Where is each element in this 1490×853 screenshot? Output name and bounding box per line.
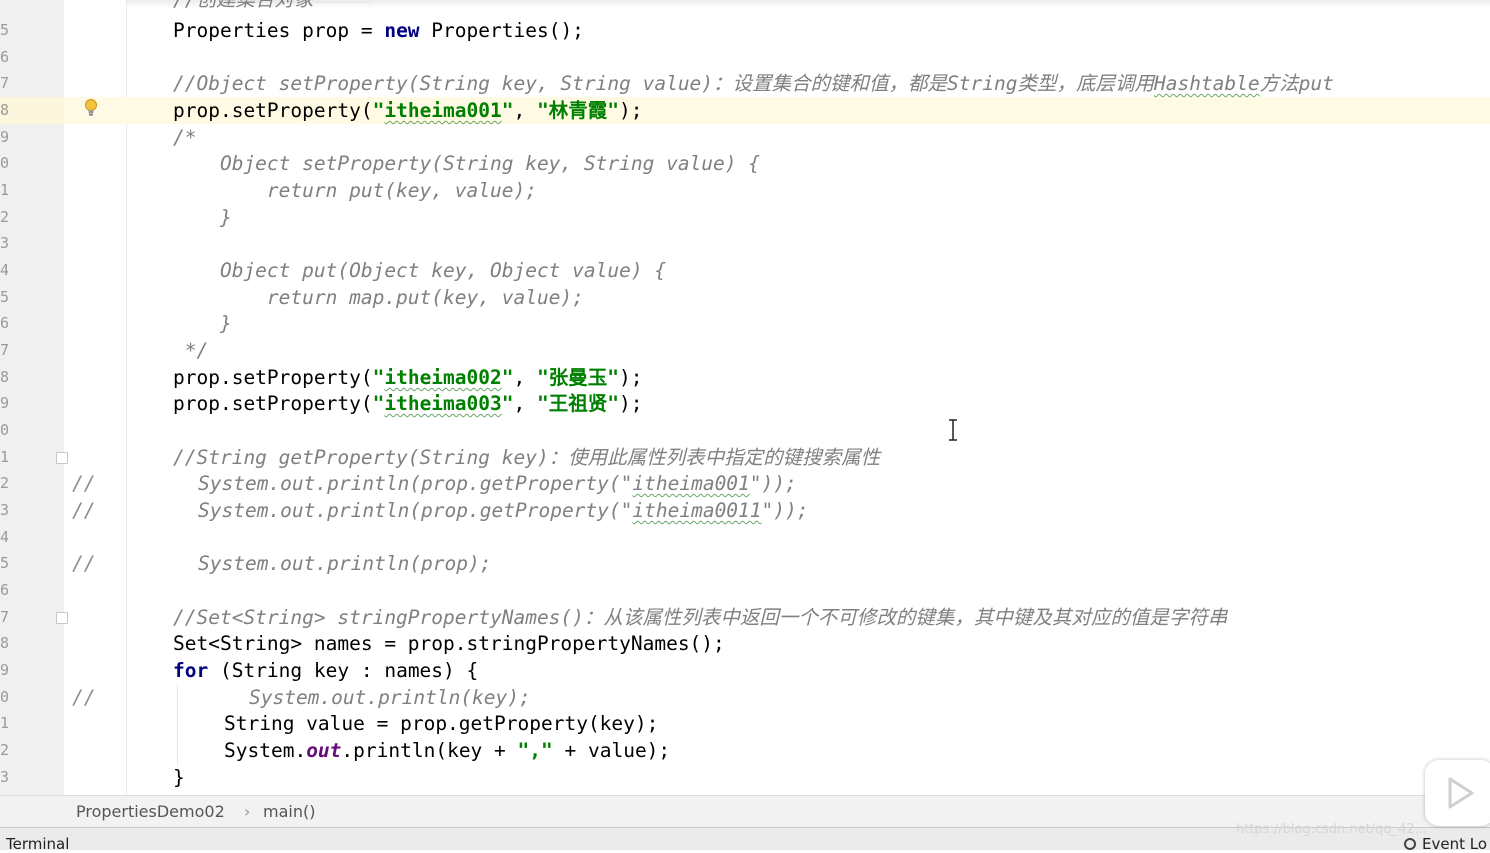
line-number: 0 xyxy=(0,154,8,172)
breadcrumb-class[interactable]: PropertiesDemo02 xyxy=(76,802,225,821)
event-log-label: Event Lo xyxy=(1422,835,1488,853)
line-number: 9 xyxy=(0,128,8,146)
breadcrumb-method[interactable]: main() xyxy=(263,802,315,821)
code-line: } xyxy=(173,766,185,789)
indent-guide xyxy=(177,685,178,765)
line-number: 4 xyxy=(0,528,8,546)
code-line: System.out.println(key + "," + value); xyxy=(224,739,671,762)
line-number: 3 xyxy=(0,234,8,252)
code-line: Properties prop = new Properties(); xyxy=(173,19,584,42)
code-line-comment: } xyxy=(173,206,232,229)
line-comment-marker: // xyxy=(72,499,96,522)
code-line-comment: //Set<String> stringPropertyNames()：从该属性… xyxy=(173,606,1228,629)
line-number: 3 xyxy=(0,768,8,786)
code-line-partial-comment: //创建集合对象 xyxy=(173,0,313,13)
code-line-comment: System.out.println(prop.getProperty("ith… xyxy=(198,472,797,495)
code-line-comment: //String getProperty(String key)：使用此属性列表… xyxy=(173,446,881,469)
line-number: 5 xyxy=(0,554,8,572)
line-number: 8 xyxy=(0,101,8,119)
gutter-current-line-highlight xyxy=(0,97,64,124)
code-line-comment: System.out.println(prop); xyxy=(198,552,492,575)
code-line-comment: } xyxy=(173,312,232,335)
code-line: for (String key : names) { xyxy=(173,659,479,682)
code-line: prop.setProperty("itheima003", "王祖贤"); xyxy=(173,392,643,415)
line-number: 1 xyxy=(0,448,8,466)
line-number: 5 xyxy=(0,288,8,306)
line-number: 2 xyxy=(0,208,8,226)
code-editor[interactable]: 5 6 7 8 9 0 1 2 3 4 5 6 7 8 9 0 1 2 3 4 … xyxy=(0,0,1490,795)
line-number: 9 xyxy=(0,394,8,412)
play-icon xyxy=(1448,777,1474,809)
line-number: 6 xyxy=(0,314,8,332)
code-line-comment: return put(key, value); xyxy=(173,179,537,202)
line-number: 6 xyxy=(0,581,8,599)
video-play-widget[interactable] xyxy=(1425,760,1490,826)
line-number: 2 xyxy=(0,741,8,759)
line-number: 0 xyxy=(0,688,8,706)
code-line-comment: System.out.println(key); xyxy=(249,686,531,709)
code-line-comment: System.out.println(prop.getProperty("ith… xyxy=(198,499,809,522)
line-number: 0 xyxy=(0,421,8,439)
code-line: String value = prop.getProperty(key); xyxy=(224,712,659,735)
fold-marker-icon[interactable] xyxy=(56,452,68,464)
line-comment-marker: // xyxy=(72,686,96,709)
line-number: 8 xyxy=(0,634,8,652)
line-comment-marker: // xyxy=(72,552,96,575)
terminal-tab[interactable]: Terminal xyxy=(6,835,69,853)
line-number: 6 xyxy=(0,48,8,66)
line-number: 9 xyxy=(0,661,8,679)
event-log-icon xyxy=(1404,838,1416,850)
code-line-comment: //Object setProperty(String key, String … xyxy=(173,72,1334,95)
line-number: 7 xyxy=(0,74,8,92)
event-log-tab[interactable]: Event Lo xyxy=(1404,835,1487,853)
line-number: 7 xyxy=(0,341,8,359)
line-number: 2 xyxy=(0,474,8,492)
code-line-comment: return map.put(key, value); xyxy=(173,286,584,309)
scroll-shadow xyxy=(127,0,1490,8)
text-cursor-icon xyxy=(949,419,957,441)
line-number: 3 xyxy=(0,501,8,519)
code-line-comment: Object setProperty(String key, String va… xyxy=(173,152,760,175)
code-line-comment: /* xyxy=(173,126,197,149)
fold-marker-icon[interactable] xyxy=(56,612,68,624)
line-number: 1 xyxy=(0,181,8,199)
code-line: prop.setProperty("itheima002", "张曼玉"); xyxy=(173,366,643,389)
line-number: 5 xyxy=(0,21,8,39)
line-number: 4 xyxy=(0,261,8,279)
watermark: https://blog.csdn.net/qq_42... xyxy=(1236,822,1428,837)
breadcrumb-separator: › xyxy=(244,802,251,821)
line-comment-marker: // xyxy=(72,472,96,495)
code-line-comment: */ xyxy=(173,339,209,362)
line-number: 8 xyxy=(0,368,8,386)
line-number: 1 xyxy=(0,714,8,732)
code-line: Set<String> names = prop.stringPropertyN… xyxy=(173,632,725,655)
line-number: 7 xyxy=(0,608,8,626)
code-line: prop.setProperty("itheima001", "林青霞"); xyxy=(173,99,643,122)
lightbulb-icon[interactable] xyxy=(84,98,98,118)
code-line-comment: Object put(Object key, Object value) { xyxy=(173,259,667,282)
